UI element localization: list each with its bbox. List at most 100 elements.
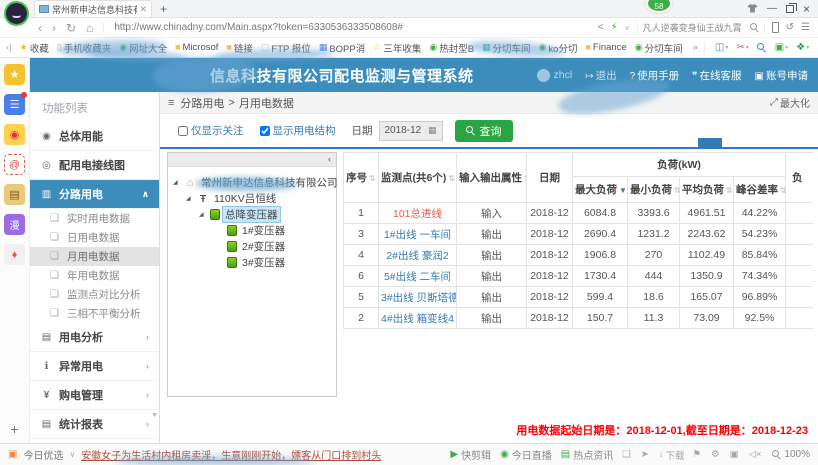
- tree-caret-icon[interactable]: ◢: [173, 179, 181, 186]
- sidebar-menu-item[interactable]: ▥ 分路用电 ∧: [30, 180, 159, 209]
- account-link[interactable]: ▣账号申请: [755, 68, 808, 83]
- col-io[interactable]: 输入输出属性⇅: [457, 153, 527, 203]
- manual-link[interactable]: ?使用手册: [630, 68, 680, 83]
- show-structure-checkbox-input[interactable]: [260, 126, 270, 136]
- table-row[interactable]: 4 2#出线 豪润2 输出 2018-12 1906.8 270 1102.49…: [344, 245, 814, 266]
- url-field[interactable]: http://www.chinadny.com/Main.aspx?token=…: [103, 22, 597, 33]
- bookmark-item[interactable]: ◉ ko分切: [535, 41, 582, 55]
- tab-close-icon[interactable]: ✕: [139, 4, 147, 15]
- sidebar-menu-item[interactable]: ¥ 购电管理 ›: [30, 381, 159, 410]
- tree-node[interactable]: 3#变压器: [171, 254, 333, 270]
- status-feature-link[interactable]: ▶ 快剪辑: [450, 447, 491, 462]
- tree-collapse-bar[interactable]: ‹: [168, 153, 336, 167]
- news-ticker-link[interactable]: 安徽女子为生活村内租房卖淫，生意刚刚开始，嫖客从门口排到村头: [81, 447, 381, 462]
- sidebar-menu-item[interactable]: ❏ 日用电数据: [30, 228, 159, 247]
- monitor-point-link[interactable]: 2#出线 豪润2: [379, 245, 457, 266]
- date-input[interactable]: 2018-12 ▦: [379, 121, 443, 141]
- tree-node[interactable]: ◢ 总降变压器: [171, 206, 333, 222]
- reload-icon[interactable]: ↻: [66, 21, 76, 35]
- sidebar-toggle-icon[interactable]: ≡: [168, 97, 174, 109]
- search-input[interactable]: 凡人逆袭变身仙王战九霄: [637, 20, 765, 35]
- status-tool-icon[interactable]: ➤: [641, 448, 651, 462]
- status-tool-icon[interactable]: ❏: [622, 448, 633, 462]
- add-app-icon[interactable]: +: [10, 421, 18, 437]
- undo-icon[interactable]: ↺: [786, 22, 794, 33]
- sidebar-menu-item[interactable]: ▤ 用电分析 ›: [30, 323, 159, 352]
- sidebar-app-icon[interactable]: @: [4, 154, 25, 175]
- monitor-point-link[interactable]: 3#出线 贝斯塔德3: [379, 287, 457, 308]
- data-tab[interactable]: [746, 138, 770, 147]
- col-point[interactable]: 监测点(共6个)⇅: [379, 153, 457, 203]
- extension-icon[interactable]: ❖ ▾: [796, 42, 809, 53]
- breadcrumb-section[interactable]: 分路用电: [180, 95, 224, 111]
- calendar-icon[interactable]: ▦: [428, 125, 437, 136]
- table-row[interactable]: 1 101总进线 输入 2018-12 6084.8 3393.6 4961.5…: [344, 203, 814, 224]
- restore-icon[interactable]: [786, 5, 794, 13]
- sidebar-menu-item[interactable]: ❏ 年用电数据: [30, 266, 159, 285]
- close-icon[interactable]: ×: [803, 2, 810, 16]
- tree-node[interactable]: 1#变压器: [171, 222, 333, 238]
- status-tool-icon[interactable]: ▣: [730, 448, 741, 462]
- chevron-down-icon[interactable]: ∨: [625, 24, 630, 32]
- bookmark-item[interactable]: ■ Finance: [581, 42, 630, 53]
- show-structure-checkbox[interactable]: 显示用电结构: [260, 123, 336, 138]
- bookmark-item[interactable]: ▯ 手机收藏夹: [53, 41, 115, 55]
- skin-icon[interactable]: [747, 4, 758, 13]
- ticker-toggle-icon[interactable]: ∨: [69, 450, 75, 459]
- bookmark-item[interactable]: ◉ 热封型B: [425, 41, 478, 55]
- bookmarks-overflow-icon[interactable]: »: [689, 42, 702, 53]
- monitor-point-link[interactable]: 1#出线 一车间: [379, 224, 457, 245]
- monitor-point-link[interactable]: 4#出线 箱变线4: [379, 308, 457, 329]
- sidebar-app-icon[interactable]: ▤: [4, 184, 25, 205]
- sidebar-app-icon[interactable]: ♦: [4, 244, 25, 265]
- sidebar-app-icon[interactable]: 漫: [4, 214, 25, 235]
- monitor-point-link[interactable]: 101总进线: [379, 203, 457, 224]
- extension-icon[interactable]: ✂ ▾: [736, 42, 748, 53]
- status-tool-icon[interactable]: ⚙: [711, 448, 722, 462]
- browser-tab[interactable]: 常州新申达信息科技有限公司配... ✕: [34, 0, 152, 17]
- table-row[interactable]: 3 1#出线 一车间 输出 2018-12 2690.4 1231.2 2243…: [344, 224, 814, 245]
- status-tool-icon[interactable]: ↓ 下载: [659, 448, 685, 462]
- sidebar-menu-item[interactable]: ℹ 异常用电 ›: [30, 352, 159, 381]
- data-tab[interactable]: [770, 138, 794, 147]
- new-tab-button[interactable]: +: [160, 2, 167, 16]
- sidebar-menu-item[interactable]: ▤ 统计报表 ›: [30, 410, 159, 439]
- back-icon[interactable]: ‹: [38, 21, 42, 35]
- browser-avatar[interactable]: [4, 1, 29, 26]
- gift-icon[interactable]: ▣: [8, 449, 17, 460]
- status-tool-icon[interactable]: ⚑: [693, 448, 704, 462]
- sidebar-app-icon[interactable]: ◉: [4, 124, 25, 145]
- minimize-icon[interactable]: —: [767, 3, 777, 14]
- table-row[interactable]: 2 4#出线 箱变线4 输出 2018-12 150.7 11.3 73.09 …: [344, 308, 814, 329]
- search-icon[interactable]: [750, 23, 759, 32]
- status-tool-icon[interactable]: ◁×: [749, 448, 764, 462]
- tree-node[interactable]: ◢ 常州新申达信息科技有限公司: [171, 174, 333, 190]
- only-focus-checkbox[interactable]: 仅显示关注: [178, 123, 244, 138]
- monitor-point-link[interactable]: 5#出线 二车间: [379, 266, 457, 287]
- data-tab[interactable]: [698, 138, 722, 147]
- col-extra[interactable]: 负: [786, 153, 814, 203]
- bookmark-item[interactable]: ◉ 分切车间: [631, 41, 687, 55]
- bookmark-item[interactable]: ▦ BOPP消: [315, 41, 369, 55]
- col-avg[interactable]: 平均负荷⇅: [680, 177, 734, 203]
- user-menu[interactable]: zhcl: [537, 69, 573, 82]
- bookmarks-collapse-icon[interactable]: ‹|: [6, 42, 12, 53]
- menu-scrollbar-arrow[interactable]: ▼: [151, 412, 158, 419]
- bookmark-item[interactable]: ◉ 网址大全: [115, 41, 171, 55]
- col-max[interactable]: 最大负荷▼: [573, 177, 628, 203]
- sidebar-menu-item[interactable]: ❏ 月用电数据: [30, 247, 159, 266]
- tree-caret-icon[interactable]: ◢: [199, 211, 207, 218]
- extension-icon[interactable]: ▣ ▾: [775, 42, 788, 53]
- data-tab[interactable]: [722, 138, 746, 147]
- sidebar-app-icon[interactable]: ★: [4, 64, 25, 85]
- table-row[interactable]: 5 3#出线 贝斯塔德3 输出 2018-12 599.4 18.6 165.0…: [344, 287, 814, 308]
- sidebar-menu-item[interactable]: ◎ 配用电接线图: [30, 151, 159, 180]
- status-feature-link[interactable]: ◉ 今日直播: [500, 447, 552, 462]
- menu-icon[interactable]: ☰: [801, 22, 810, 33]
- service-link[interactable]: ❞在线客服: [692, 68, 741, 83]
- bookmark-item[interactable]: ▦ 分切车间: [478, 41, 535, 55]
- extension-icon[interactable]: [757, 43, 767, 52]
- mobile-icon[interactable]: [772, 22, 779, 33]
- bookmark-item[interactable]: ☆ 三年收集: [369, 41, 425, 55]
- tree-node[interactable]: 2#变压器: [171, 238, 333, 254]
